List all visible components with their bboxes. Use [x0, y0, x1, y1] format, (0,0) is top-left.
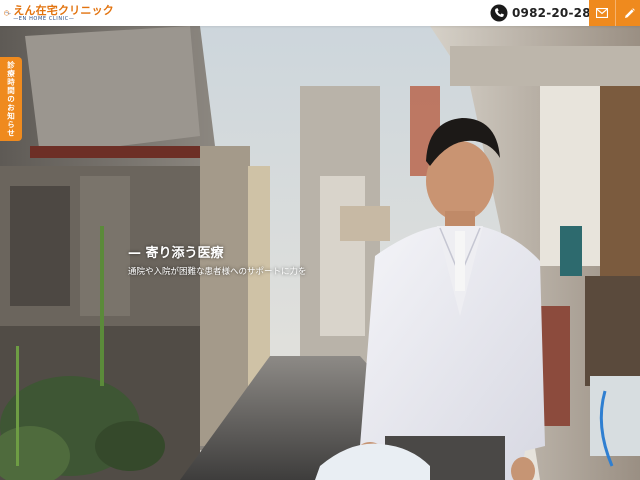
phone-icon: [490, 4, 508, 22]
logo-text: えん在宅クリニック —EN HOME CLINIC—: [13, 5, 114, 22]
side-tab-label: 診療時間のお知らせ: [6, 60, 16, 138]
contact-form-button[interactable]: [615, 0, 640, 26]
hero-section: — 寄り添う医療 通院や入院が困難な患者様へのサポートに力を: [0, 26, 640, 480]
logo-subtitle: —EN HOME CLINIC—: [13, 15, 75, 22]
mail-icon: [596, 8, 608, 18]
clinic-logo[interactable]: えん在宅クリニック —EN HOME CLINIC—: [4, 2, 114, 24]
pen-icon: [624, 7, 635, 18]
consultation-hours-notice-tab[interactable]: 診療時間のお知らせ: [0, 57, 22, 141]
hero-photo: [0, 26, 640, 480]
logo-mark-icon: [4, 10, 11, 16]
site-header: えん在宅クリニック —EN HOME CLINIC— 0982-20-2822: [0, 0, 640, 26]
mail-button[interactable]: [589, 0, 615, 26]
logo-title: えん在宅クリニック: [13, 3, 114, 17]
hero-subtitle: 通院や入院が困難な患者様へのサポートに力を: [128, 267, 307, 277]
hero-title: — 寄り添う医療: [128, 246, 224, 261]
